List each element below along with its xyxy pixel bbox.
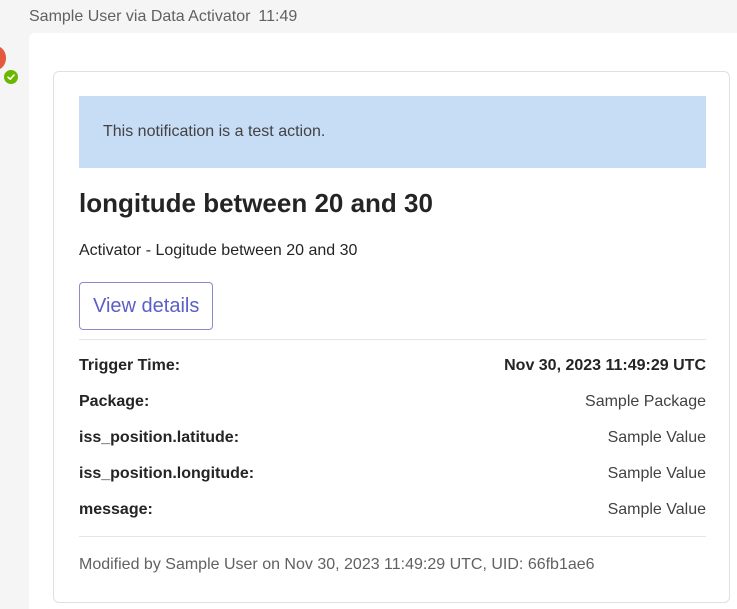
fact-row-trigger-time: Trigger Time: Nov 30, 2023 11:49:29 UTC — [79, 348, 706, 384]
card-title: longitude between 20 and 30 — [79, 188, 433, 218]
fact-key: Trigger Time: — [79, 357, 181, 374]
sender-name: Sample User via Data Activator — [29, 8, 251, 25]
modified-footer: Modified by Sample User on Nov 30, 2023 … — [79, 556, 595, 573]
fact-value: Nov 30, 2023 11:49:29 UTC — [504, 357, 706, 374]
checkmark-icon — [7, 74, 15, 80]
test-action-banner: This notification is a test action. — [79, 96, 706, 168]
fact-key: iss_position.longitude: — [79, 465, 255, 482]
message-header: Sample User via Data Activator 11:49 — [29, 8, 297, 26]
fact-row-longitude: iss_position.longitude: Sample Value — [79, 456, 706, 492]
fact-value: Sample Value — [607, 465, 706, 482]
card-subtitle: Activator - Logitude between 20 and 30 — [79, 242, 358, 259]
view-details-button[interactable]: View details — [79, 282, 214, 330]
fact-key: message: — [79, 501, 153, 518]
fact-row-latitude: iss_position.latitude: Sample Value — [79, 420, 706, 456]
presence-available-icon — [2, 68, 20, 86]
fact-value: Sample Package — [585, 393, 706, 410]
fact-value: Sample Value — [607, 429, 706, 446]
fact-key: Package: — [79, 393, 150, 410]
chat-view: Sample User via Data Activator 11:49 This… — [0, 0, 737, 609]
adaptive-card: This notification is a test action. long… — [53, 71, 730, 603]
banner-text: This notification is a test action. — [103, 123, 326, 140]
divider — [79, 339, 706, 340]
fact-value: Sample Value — [607, 501, 706, 518]
sender-avatar[interactable] — [0, 46, 6, 70]
fact-key: iss_position.latitude: — [79, 429, 240, 446]
fact-row-package: Package: Sample Package — [79, 384, 706, 420]
fact-row-message: message: Sample Value — [79, 492, 706, 528]
message-time: 11:49 — [258, 8, 298, 25]
fact-set: Trigger Time: Nov 30, 2023 11:49:29 UTC … — [79, 348, 706, 528]
divider — [79, 536, 706, 537]
